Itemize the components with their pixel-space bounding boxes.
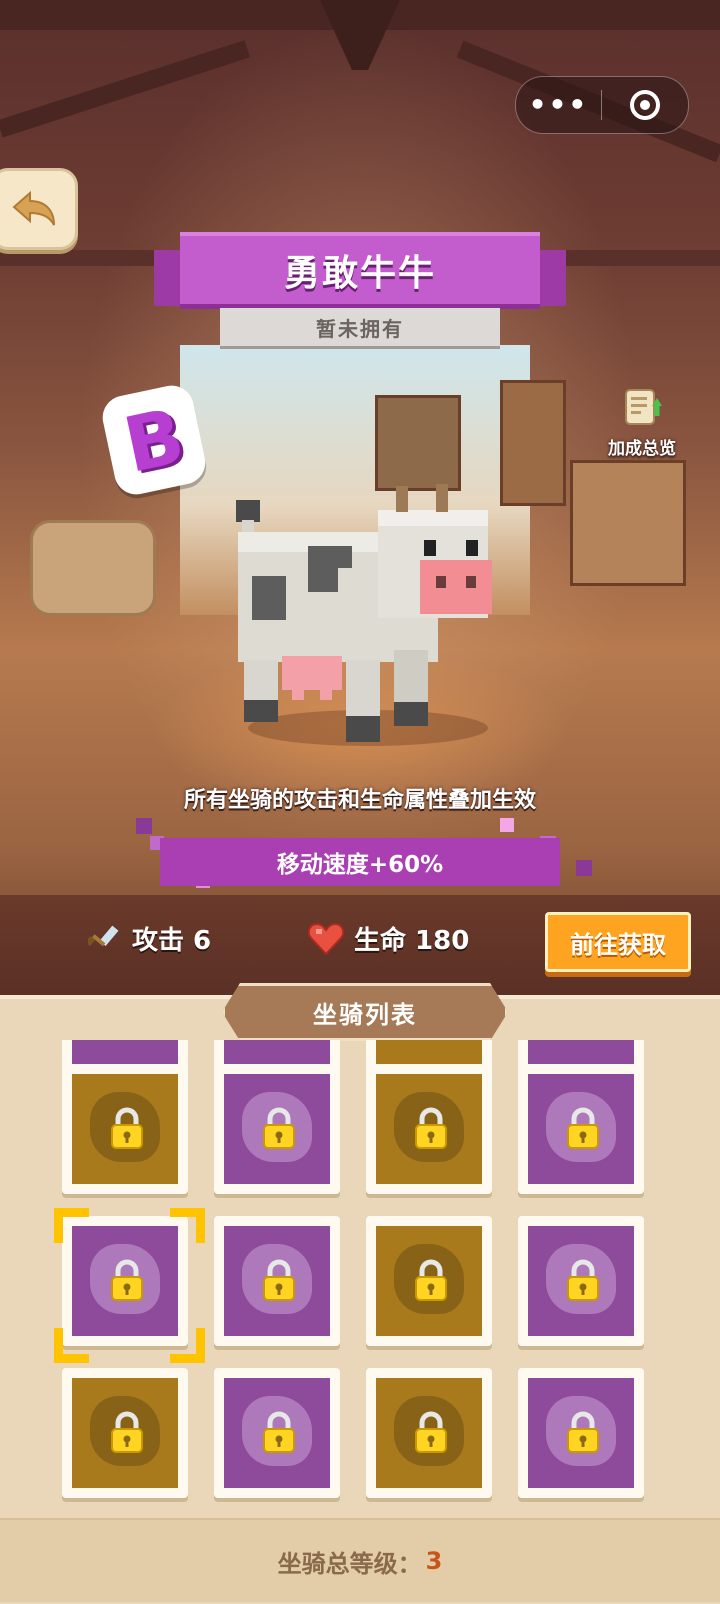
mount-tile-background <box>528 1378 634 1488</box>
total-level-footer: 坐骑总等级： 3 <box>0 1518 720 1602</box>
selection-corner <box>54 1328 89 1363</box>
mount-tile-background <box>376 1378 482 1488</box>
rank-letter: B <box>116 390 192 490</box>
target-circle-icon <box>629 90 660 120</box>
mount-effect-description: 所有坐骑的攻击和生命属性叠加生效 <box>183 788 536 813</box>
padlock-icon <box>414 1410 448 1454</box>
bonus-overview-label: 加成总览 <box>608 439 676 459</box>
health-label: 生命 180 <box>354 926 470 956</box>
hay-sack <box>30 520 156 616</box>
pixel-decoration <box>576 860 592 876</box>
selection-corner <box>170 1328 205 1363</box>
padlock-icon <box>414 1106 448 1150</box>
close-button[interactable] <box>602 90 687 120</box>
wooden-crate <box>570 460 686 586</box>
padlock-icon <box>110 1106 144 1150</box>
speed-bonus-label: 移动速度+60% <box>276 852 444 878</box>
mount-tile[interactable] <box>366 1368 492 1498</box>
mount-tile[interactable] <box>366 1216 492 1346</box>
back-button[interactable] <box>0 168 78 250</box>
roof-rafter-left <box>0 40 251 138</box>
padlock-icon <box>566 1258 600 1302</box>
mount-tile-background <box>528 1074 634 1184</box>
go-acquire-button[interactable]: 前往获取 <box>545 912 691 972</box>
mount-name-banner: 勇敢牛牛 <box>180 232 540 309</box>
padlock-icon <box>262 1258 296 1302</box>
mount-tile-background <box>72 1074 178 1184</box>
mount-tile[interactable] <box>62 1368 188 1498</box>
wall-plank <box>0 250 160 266</box>
mount-model-cow <box>228 480 508 760</box>
mount-tile-background <box>224 1378 330 1488</box>
mount-list-title-label: 坐骑列表 <box>313 1000 417 1029</box>
mount-list-title: 坐骑列表 <box>222 983 508 1041</box>
health-stat: 生命 180 <box>308 920 469 957</box>
total-level-label: 坐骑总等级： <box>277 1549 422 1578</box>
ownership-status: 暂未拥有 <box>220 308 500 349</box>
go-acquire-label: 前往获取 <box>570 930 666 959</box>
padlock-icon <box>110 1258 144 1302</box>
padlock-icon <box>262 1106 296 1150</box>
mount-tile-background <box>72 1378 178 1488</box>
mount-tile[interactable] <box>62 1064 188 1194</box>
selection-corner <box>170 1208 205 1243</box>
mount-tile-background <box>224 1226 330 1336</box>
wall-plank <box>560 250 720 266</box>
heart-icon <box>308 922 344 955</box>
mount-tile-background <box>528 1226 634 1336</box>
mount-tile[interactable] <box>214 1216 340 1346</box>
pixel-decoration <box>500 818 514 832</box>
scroll-upgrade-icon <box>618 384 666 432</box>
mount-tile-background <box>376 1074 482 1184</box>
total-level-value: 3 <box>425 1547 443 1575</box>
stacked-crate <box>500 380 566 506</box>
ownership-status-label: 暂未拥有 <box>316 316 404 341</box>
mount-name: 勇敢牛牛 <box>283 253 436 294</box>
padlock-icon <box>110 1410 144 1454</box>
mount-tile[interactable] <box>366 1064 492 1194</box>
miniprogram-capsule: ••• <box>515 76 689 134</box>
roof-peak <box>320 0 400 70</box>
padlock-icon <box>262 1410 296 1454</box>
pixel-decoration <box>136 818 152 834</box>
attack-label: 攻击 6 <box>132 926 212 956</box>
mount-tile[interactable] <box>518 1216 644 1346</box>
padlock-icon <box>414 1258 448 1302</box>
mount-tile[interactable] <box>518 1368 644 1498</box>
padlock-icon <box>566 1410 600 1454</box>
speed-bonus-banner: 移动速度+60% <box>160 838 560 886</box>
sword-icon <box>88 925 119 946</box>
back-arrow-icon <box>12 190 55 226</box>
mount-tile[interactable] <box>214 1064 340 1194</box>
bonus-overview-button[interactable]: 加成总览 <box>596 384 688 459</box>
stacked-crate <box>375 395 461 491</box>
selection-corner <box>54 1208 89 1243</box>
mount-tile-background <box>224 1074 330 1184</box>
mount-tile[interactable] <box>214 1368 340 1498</box>
mount-tile-background <box>376 1226 482 1336</box>
more-dots-icon[interactable]: ••• <box>516 77 601 133</box>
attack-stat: 攻击 6 <box>88 920 211 957</box>
padlock-icon <box>566 1106 600 1150</box>
mount-tile[interactable] <box>518 1064 644 1194</box>
